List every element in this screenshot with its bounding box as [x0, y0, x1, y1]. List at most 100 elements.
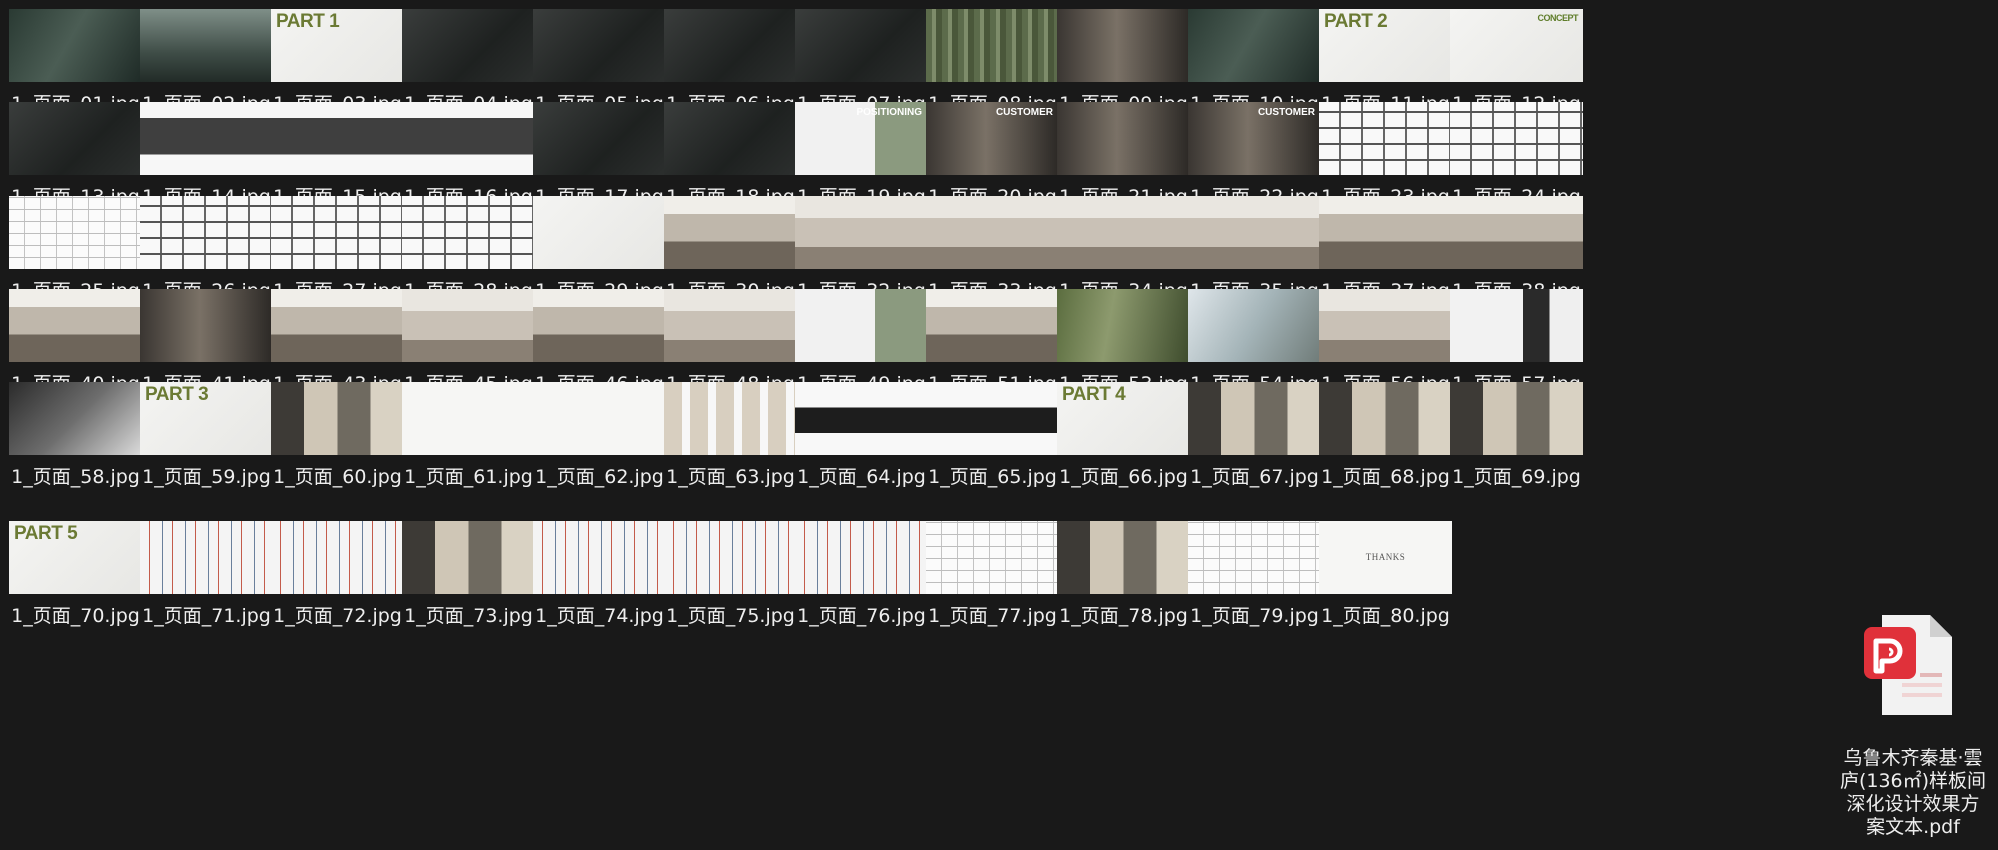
file-thumbnail — [402, 196, 535, 269]
file-thumbnail: CUSTOMER — [926, 102, 1059, 175]
file-name: 1_页面_67.jpg — [1190, 466, 1319, 488]
file-name: 1_页面_66.jpg — [1059, 466, 1188, 488]
file-thumbnail — [271, 521, 404, 594]
file-thumbnail — [402, 102, 535, 175]
file-thumbnail — [1450, 102, 1583, 175]
file-thumbnail — [1450, 196, 1583, 269]
file-thumbnail — [1188, 521, 1321, 594]
file-name: 1_页面_63.jpg — [666, 466, 795, 488]
thumbnail-caption: PART 5 — [14, 523, 78, 544]
file-thumbnail — [926, 9, 1059, 82]
file-thumbnail — [795, 382, 928, 455]
file-thumbnail — [1057, 9, 1190, 82]
thumbnail-caption: PART 3 — [145, 384, 209, 405]
file-name: 1_页面_68.jpg — [1321, 466, 1450, 488]
file-thumbnail — [271, 382, 404, 455]
file-thumbnail — [1057, 521, 1190, 594]
file-name: 1_页面_58.jpg — [11, 466, 140, 488]
file-thumbnail — [664, 289, 797, 362]
file-thumbnail — [1319, 289, 1452, 362]
pdf-file-icon — [1864, 615, 1952, 715]
file-thumbnail — [140, 289, 273, 362]
file-name: 1_页面_79.jpg — [1190, 605, 1319, 627]
file-name: 1_页面_74.jpg — [535, 605, 664, 627]
file-thumbnail — [533, 196, 666, 269]
file-thumbnail — [9, 9, 142, 82]
file-thumbnail — [926, 196, 1059, 269]
file-thumbnail — [9, 382, 142, 455]
file-thumbnail: PART 4 — [1057, 382, 1190, 455]
file-thumbnail — [1188, 9, 1321, 82]
file-name: 1_页面_76.jpg — [797, 605, 926, 627]
file-thumbnail — [664, 521, 797, 594]
file-thumbnail — [271, 196, 404, 269]
file-thumbnail — [664, 196, 797, 269]
file-thumbnail — [402, 9, 535, 82]
file-thumbnail — [1319, 102, 1452, 175]
thumbnail-caption: CUSTOMER — [1257, 107, 1315, 118]
file-name: 1_页面_70.jpg — [11, 605, 140, 627]
file-thumbnail: PART 5 — [9, 521, 142, 594]
file-thumbnail: THANKS — [1319, 521, 1452, 594]
file-thumbnail — [1188, 382, 1321, 455]
file-thumbnail — [664, 102, 797, 175]
file-thumbnail — [795, 196, 928, 269]
file-name: 1_页面_61.jpg — [404, 466, 533, 488]
file-name: 1_页面_73.jpg — [404, 605, 533, 627]
file-thumbnail — [795, 9, 928, 82]
file-name: 1_页面_78.jpg — [1059, 605, 1188, 627]
file-thumbnail — [533, 289, 666, 362]
file-thumbnail — [1450, 382, 1583, 455]
thumbnail-caption: THANKS — [1365, 552, 1406, 562]
file-thumbnail — [1057, 289, 1190, 362]
file-thumbnail — [271, 102, 404, 175]
file-name: 1_页面_60.jpg — [273, 466, 402, 488]
file-name: 1_页面_65.jpg — [928, 466, 1057, 488]
file-thumbnail — [1188, 196, 1321, 269]
file-thumbnail — [140, 521, 273, 594]
file-thumbnail: CUSTOMER — [1188, 102, 1321, 175]
file-thumbnail — [1188, 289, 1321, 362]
thumbnail-caption: POSITIONING — [856, 107, 922, 118]
file-thumbnail: PART 1 — [271, 9, 404, 82]
file-name: 1_页面_64.jpg — [797, 466, 926, 488]
file-thumbnail — [533, 382, 666, 455]
file-thumbnail — [402, 289, 535, 362]
thumbnail-caption: PART 4 — [1062, 384, 1126, 405]
file-thumbnail — [1057, 196, 1190, 269]
file-thumbnail — [795, 289, 928, 362]
file-thumbnail — [9, 196, 142, 269]
thumbnail-caption: CONCEPT — [1537, 13, 1578, 23]
file-thumbnail — [402, 521, 535, 594]
file-thumbnail — [140, 9, 273, 82]
file-grid: 1_页面_01.jpg1_页面_02.jpgPART 11_页面_03.jpg1… — [0, 0, 1998, 850]
file-thumbnail — [140, 196, 273, 269]
file-thumbnail — [926, 521, 1059, 594]
pdf-file-name: 乌鲁木齐秦基·雲庐(136㎡)样板间深化设计效果方案文本.pdf — [1839, 747, 1987, 838]
file-thumbnail — [533, 9, 666, 82]
file-thumbnail: PART 2 — [1319, 9, 1452, 82]
file-name: 1_页面_69.jpg — [1452, 466, 1581, 488]
file-thumbnail — [533, 102, 666, 175]
file-name: 1_页面_80.jpg — [1321, 605, 1450, 627]
file-name: 1_页面_71.jpg — [142, 605, 271, 627]
file-thumbnail — [926, 382, 1059, 455]
file-thumbnail — [926, 289, 1059, 362]
file-thumbnail — [1319, 196, 1452, 269]
file-thumbnail — [533, 521, 666, 594]
file-thumbnail — [9, 102, 142, 175]
file-thumbnail — [402, 382, 535, 455]
file-thumbnail — [795, 521, 928, 594]
file-thumbnail: PART 3 — [140, 382, 273, 455]
thumbnail-caption: PART 1 — [276, 11, 340, 32]
file-thumbnail — [271, 289, 404, 362]
file-thumbnail: POSITIONING — [795, 102, 928, 175]
thumbnail-caption: CUSTOMER — [995, 107, 1053, 118]
file-thumbnail — [664, 382, 797, 455]
file-thumbnail — [1057, 102, 1190, 175]
file-thumbnail — [9, 289, 142, 362]
file-thumbnail — [664, 9, 797, 82]
file-name: 1_页面_62.jpg — [535, 466, 664, 488]
file-thumbnail — [140, 102, 273, 175]
file-name: 1_页面_77.jpg — [928, 605, 1057, 627]
